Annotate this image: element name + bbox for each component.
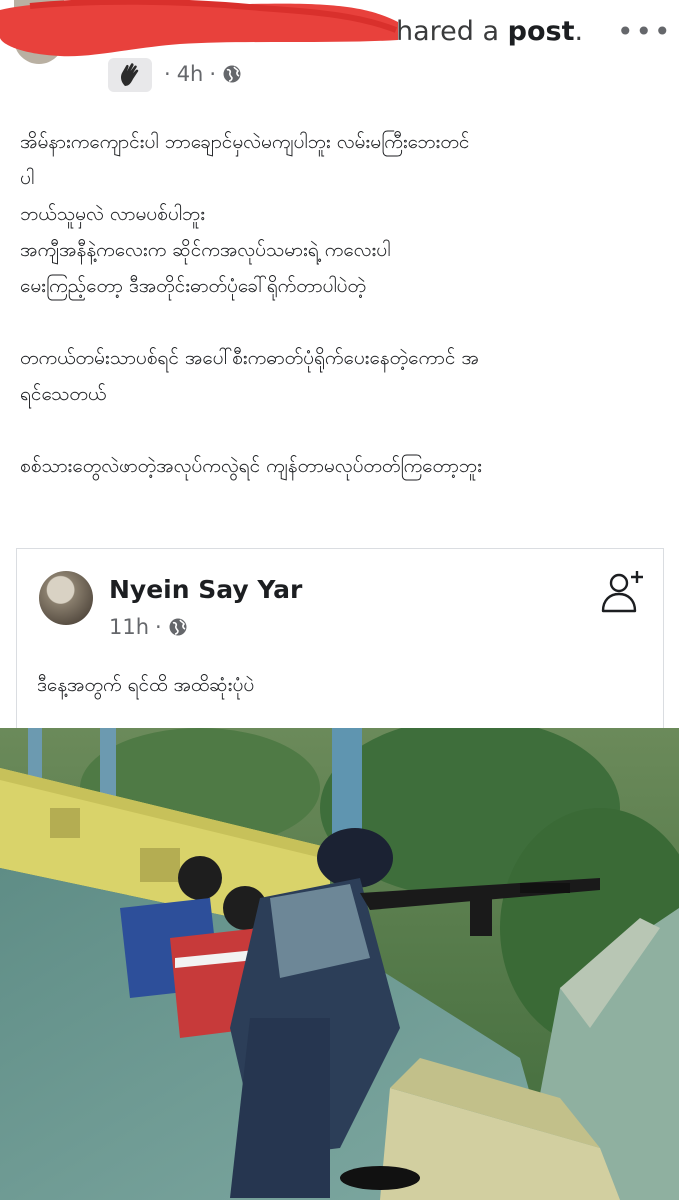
redaction-scribble: [0, 0, 398, 57]
globe-icon: [169, 618, 187, 636]
post-line: ဘယ်သူမှလဲ လာမပစ်ပါဘူး: [20, 203, 206, 225]
shared-author-name[interactable]: Nyein Say Yar: [109, 575, 302, 604]
post-photo[interactable]: [0, 728, 679, 1200]
shared-post-card[interactable]: Nyein Say Yar 11h · ဒီနေ့အတွက် ရင်ထိ အထိ…: [16, 548, 664, 728]
post-time[interactable]: 4h: [177, 62, 204, 86]
post-line: အိမ်နားကကျောင်းပါ ဘာချောင်မှလဲမကျပါဘူး လ…: [20, 131, 470, 153]
post-line: ပါ: [20, 167, 35, 189]
post-line: တကယ်တမ်းသာပစ်ရင် အပေါ်စီးကဓာတ်ပုံရိုက်ပေ…: [20, 347, 479, 369]
add-friend-icon[interactable]: [599, 567, 647, 615]
post-header: hared a post. ••• · 4h ·: [0, 0, 679, 100]
more-options-icon[interactable]: •••: [617, 15, 673, 48]
shared-post-meta: 11h ·: [109, 615, 188, 639]
shared-a-post-text: hared a post.: [396, 16, 584, 47]
shared-post-time[interactable]: 11h: [109, 615, 149, 639]
photo-illustration: [0, 728, 679, 1200]
post-line: စစ်သားတွေလဲဖာတဲ့အလုပ်ကလွဲရင် ကျန်တာမလုပ်…: [20, 455, 482, 477]
shared-author-avatar[interactable]: [39, 571, 93, 625]
hand-wave-icon: [108, 58, 152, 92]
post-line: ရင်သေတယ်: [20, 383, 107, 405]
shared-post-text: ဒီနေ့အတွက် ရင်ထိ အထိဆုံးပုံပဲ: [37, 674, 255, 696]
post-text: အိမ်နားကကျောင်းပါ ဘာချောင်မှလဲမကျပါဘူး လ…: [20, 124, 665, 484]
post-line: အကျီအနီနဲ့ကလေးက ဆိုင်ကအလုပ်သမားရဲ့ ကလေးပ…: [20, 239, 391, 261]
meta-dot: ·: [155, 615, 162, 639]
globe-icon: [223, 65, 241, 83]
meta-dot: ·: [209, 62, 217, 86]
post-line: မေးကြည့်တော့ ဒီအတိုင်းဓာတ်ပုံခေါ်ရိုက်တာ…: [20, 275, 366, 297]
post-meta: · 4h ·: [164, 62, 242, 86]
meta-dot: ·: [164, 62, 171, 86]
post-link[interactable]: post: [508, 16, 575, 47]
